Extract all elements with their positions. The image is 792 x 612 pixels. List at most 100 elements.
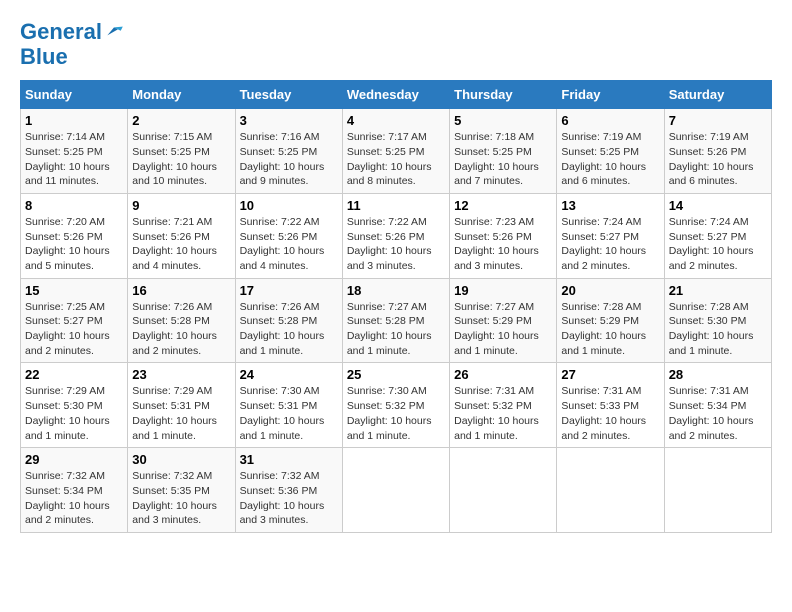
- calendar-cell: 5Sunrise: 7:18 AMSunset: 5:25 PMDaylight…: [450, 109, 557, 194]
- calendar-cell: 19 Sunrise: 7:27 AMSunset: 5:29 PMDayligh…: [450, 278, 557, 363]
- day-info: Sunrise: 7:27 AMSunset: 5:29 PMDaylight:…: [454, 300, 552, 359]
- day-info: Sunrise: 7:25 AMSunset: 5:27 PMDaylight:…: [25, 300, 123, 359]
- header-wednesday: Wednesday: [342, 81, 449, 109]
- day-info: Sunrise: 7:14 AMSunset: 5:25 PMDaylight:…: [25, 130, 123, 189]
- day-info: Sunrise: 7:24 AMSunset: 5:27 PMDaylight:…: [669, 215, 767, 274]
- day-number: 21: [669, 283, 767, 298]
- day-info: Sunrise: 7:17 AMSunset: 5:25 PMDaylight:…: [347, 130, 445, 189]
- calendar-table: SundayMondayTuesdayWednesdayThursdayFrid…: [20, 80, 772, 533]
- day-number: 29: [25, 452, 123, 467]
- calendar-cell: 16Sunrise: 7:26 AMSunset: 5:28 PMDayligh…: [128, 278, 235, 363]
- calendar-week-row: 22 Sunrise: 7:29 AMSunset: 5:30 PMDayligh…: [21, 363, 772, 448]
- header-tuesday: Tuesday: [235, 81, 342, 109]
- day-number: 30: [132, 452, 230, 467]
- day-info: Sunrise: 7:32 AMSunset: 5:35 PMDaylight:…: [132, 469, 230, 528]
- day-number: 18: [347, 283, 445, 298]
- calendar-cell: 22 Sunrise: 7:29 AMSunset: 5:30 PMDayligh…: [21, 363, 128, 448]
- day-info: Sunrise: 7:26 AMSunset: 5:28 PMDaylight:…: [240, 300, 338, 359]
- day-info: Sunrise: 7:31 AMSunset: 5:33 PMDaylight:…: [561, 384, 659, 443]
- calendar-cell: 4 Sunrise: 7:17 AMSunset: 5:25 PMDaylight…: [342, 109, 449, 194]
- calendar-cell: 7Sunrise: 7:19 AMSunset: 5:26 PMDaylight…: [664, 109, 771, 194]
- day-number: 15: [25, 283, 123, 298]
- header-sunday: Sunday: [21, 81, 128, 109]
- calendar-cell: 2Sunrise: 7:15 AMSunset: 5:25 PMDaylight…: [128, 109, 235, 194]
- calendar-cell: 21 Sunrise: 7:28 AMSunset: 5:30 PMDayligh…: [664, 278, 771, 363]
- day-info: Sunrise: 7:29 AMSunset: 5:30 PMDaylight:…: [25, 384, 123, 443]
- logo-icon: [104, 22, 124, 42]
- day-info: Sunrise: 7:19 AMSunset: 5:26 PMDaylight:…: [669, 130, 767, 189]
- day-info: Sunrise: 7:31 AMSunset: 5:32 PMDaylight:…: [454, 384, 552, 443]
- day-number: 4: [347, 113, 445, 128]
- day-info: Sunrise: 7:24 AMSunset: 5:27 PMDaylight:…: [561, 215, 659, 274]
- logo-general: General: [20, 19, 102, 44]
- calendar-cell: [342, 448, 449, 533]
- day-info: Sunrise: 7:22 AMSunset: 5:26 PMDaylight:…: [347, 215, 445, 274]
- day-info: Sunrise: 7:29 AMSunset: 5:31 PMDaylight:…: [132, 384, 230, 443]
- day-number: 14: [669, 198, 767, 213]
- day-number: 25: [347, 367, 445, 382]
- calendar-week-row: 29 Sunrise: 7:32 AMSunset: 5:34 PMDayligh…: [21, 448, 772, 533]
- calendar-cell: 6 Sunrise: 7:19 AMSunset: 5:25 PMDaylight…: [557, 109, 664, 194]
- day-number: 17: [240, 283, 338, 298]
- calendar-header-row: SundayMondayTuesdayWednesdayThursdayFrid…: [21, 81, 772, 109]
- calendar-cell: 27 Sunrise: 7:31 AMSunset: 5:33 PMDayligh…: [557, 363, 664, 448]
- logo: General Blue: [20, 20, 124, 70]
- day-info: Sunrise: 7:27 AMSunset: 5:28 PMDaylight:…: [347, 300, 445, 359]
- calendar-cell: 15 Sunrise: 7:25 AMSunset: 5:27 PMDayligh…: [21, 278, 128, 363]
- day-info: Sunrise: 7:21 AMSunset: 5:26 PMDaylight:…: [132, 215, 230, 274]
- day-info: Sunrise: 7:32 AMSunset: 5:34 PMDaylight:…: [25, 469, 123, 528]
- calendar-cell: 17 Sunrise: 7:26 AMSunset: 5:28 PMDayligh…: [235, 278, 342, 363]
- day-info: Sunrise: 7:23 AMSunset: 5:26 PMDaylight:…: [454, 215, 552, 274]
- day-info: Sunrise: 7:28 AMSunset: 5:30 PMDaylight:…: [669, 300, 767, 359]
- day-info: Sunrise: 7:20 AMSunset: 5:26 PMDaylight:…: [25, 215, 123, 274]
- calendar-cell: 13Sunrise: 7:24 AMSunset: 5:27 PMDayligh…: [557, 193, 664, 278]
- calendar-cell: 30 Sunrise: 7:32 AMSunset: 5:35 PMDayligh…: [128, 448, 235, 533]
- day-info: Sunrise: 7:22 AMSunset: 5:26 PMDaylight:…: [240, 215, 338, 274]
- day-number: 27: [561, 367, 659, 382]
- day-info: Sunrise: 7:19 AMSunset: 5:25 PMDaylight:…: [561, 130, 659, 189]
- calendar-cell: 12 Sunrise: 7:23 AMSunset: 5:26 PMDayligh…: [450, 193, 557, 278]
- day-number: 19: [454, 283, 552, 298]
- day-info: Sunrise: 7:32 AMSunset: 5:36 PMDaylight:…: [240, 469, 338, 528]
- calendar-cell: [557, 448, 664, 533]
- header-friday: Friday: [557, 81, 664, 109]
- calendar-cell: [664, 448, 771, 533]
- day-number: 26: [454, 367, 552, 382]
- calendar-cell: 25 Sunrise: 7:30 AMSunset: 5:32 PMDayligh…: [342, 363, 449, 448]
- logo-blue: Blue: [20, 44, 124, 70]
- calendar-cell: 8Sunrise: 7:20 AMSunset: 5:26 PMDaylight…: [21, 193, 128, 278]
- logo-text: General: [20, 20, 102, 44]
- calendar-cell: 1 Sunrise: 7:14 AMSunset: 5:25 PMDaylight…: [21, 109, 128, 194]
- day-number: 16: [132, 283, 230, 298]
- header-thursday: Thursday: [450, 81, 557, 109]
- day-number: 11: [347, 198, 445, 213]
- calendar-cell: 14 Sunrise: 7:24 AMSunset: 5:27 PMDayligh…: [664, 193, 771, 278]
- day-number: 9: [132, 198, 230, 213]
- calendar-cell: 9 Sunrise: 7:21 AMSunset: 5:26 PMDaylight…: [128, 193, 235, 278]
- day-number: 28: [669, 367, 767, 382]
- day-info: Sunrise: 7:30 AMSunset: 5:31 PMDaylight:…: [240, 384, 338, 443]
- header-monday: Monday: [128, 81, 235, 109]
- day-number: 12: [454, 198, 552, 213]
- calendar-cell: 20Sunrise: 7:28 AMSunset: 5:29 PMDayligh…: [557, 278, 664, 363]
- day-info: Sunrise: 7:30 AMSunset: 5:32 PMDaylight:…: [347, 384, 445, 443]
- calendar-cell: 28 Sunrise: 7:31 AMSunset: 5:34 PMDayligh…: [664, 363, 771, 448]
- day-info: Sunrise: 7:18 AMSunset: 5:25 PMDaylight:…: [454, 130, 552, 189]
- day-number: 1: [25, 113, 123, 128]
- day-number: 3: [240, 113, 338, 128]
- day-number: 31: [240, 452, 338, 467]
- calendar-cell: 24 Sunrise: 7:30 AMSunset: 5:31 PMDayligh…: [235, 363, 342, 448]
- day-number: 24: [240, 367, 338, 382]
- calendar-cell: 23Sunrise: 7:29 AMSunset: 5:31 PMDayligh…: [128, 363, 235, 448]
- calendar-cell: 18 Sunrise: 7:27 AMSunset: 5:28 PMDayligh…: [342, 278, 449, 363]
- header-saturday: Saturday: [664, 81, 771, 109]
- day-info: Sunrise: 7:28 AMSunset: 5:29 PMDaylight:…: [561, 300, 659, 359]
- calendar-cell: 10Sunrise: 7:22 AMSunset: 5:26 PMDayligh…: [235, 193, 342, 278]
- calendar-week-row: 1 Sunrise: 7:14 AMSunset: 5:25 PMDaylight…: [21, 109, 772, 194]
- calendar-cell: 31 Sunrise: 7:32 AMSunset: 5:36 PMDayligh…: [235, 448, 342, 533]
- calendar-week-row: 8Sunrise: 7:20 AMSunset: 5:26 PMDaylight…: [21, 193, 772, 278]
- calendar-cell: 3Sunrise: 7:16 AMSunset: 5:25 PMDaylight…: [235, 109, 342, 194]
- day-number: 22: [25, 367, 123, 382]
- day-number: 6: [561, 113, 659, 128]
- day-info: Sunrise: 7:31 AMSunset: 5:34 PMDaylight:…: [669, 384, 767, 443]
